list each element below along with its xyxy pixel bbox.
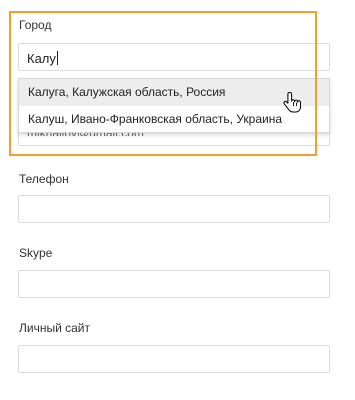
skype-input[interactable] [18, 270, 330, 298]
phone-input[interactable] [18, 195, 330, 223]
website-input[interactable] [18, 345, 330, 373]
text-caret [56, 51, 58, 65]
city-input[interactable] [18, 43, 330, 71]
website-label: Личный сайт [19, 321, 90, 335]
skype-label: Skype [19, 246, 53, 260]
city-input-value: Калу [27, 51, 58, 66]
phone-label: Телефон [19, 172, 69, 186]
contact-form: Город Калу mikhailov@gmail.com Калуга, К… [0, 0, 355, 400]
hand-pointer-icon [283, 92, 301, 113]
city-label: Город [19, 18, 52, 32]
